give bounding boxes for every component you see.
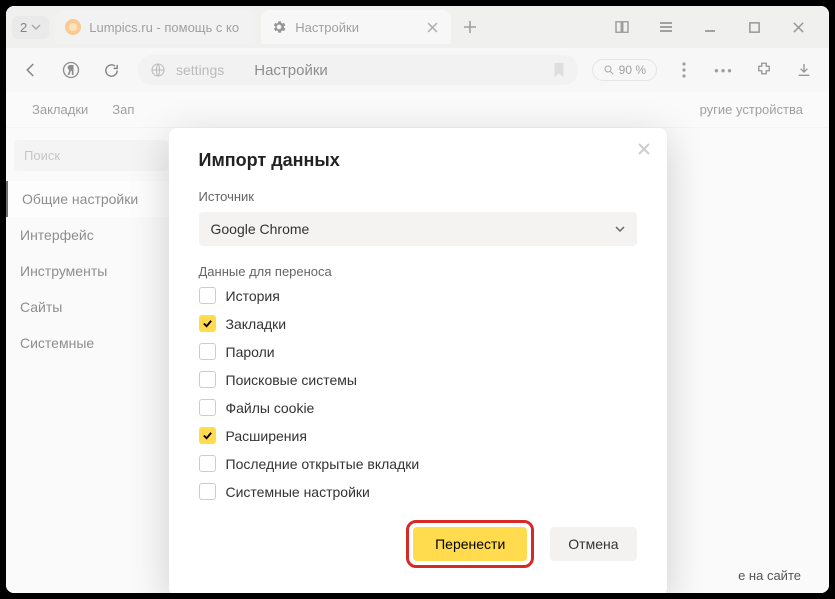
chevron-down-icon [615, 224, 625, 234]
checkbox-label: Последние открытые вкладки [226, 456, 420, 472]
import-data-modal: Импорт данных Источник Google Chrome Дан… [169, 128, 667, 593]
checkbox-row-system-settings[interactable]: Системные настройки [199, 483, 637, 500]
checkbox[interactable] [199, 287, 216, 304]
import-button[interactable]: Перенести [413, 527, 527, 561]
checkbox-label: Пароли [226, 344, 275, 360]
checkbox[interactable] [199, 483, 216, 500]
checkbox[interactable] [199, 371, 216, 388]
checkbox[interactable] [199, 399, 216, 416]
source-label: Источник [199, 189, 637, 204]
checkbox-row-search-engines[interactable]: Поисковые системы [199, 371, 637, 388]
modal-actions: Перенести Отмена [199, 520, 637, 568]
checkbox[interactable] [199, 343, 216, 360]
checkbox-label: Расширения [226, 428, 307, 444]
background-text-peek: е на сайте [738, 568, 801, 583]
checkbox-label: Системные настройки [226, 484, 370, 500]
import-options-list: История Закладки Пароли Поисковые систем… [199, 287, 637, 500]
checkbox-label: Закладки [226, 316, 287, 332]
checkbox-label: Файлы cookie [226, 400, 315, 416]
data-label: Данные для переноса [199, 264, 637, 279]
modal-close-button[interactable] [637, 142, 651, 156]
checkbox-row-history[interactable]: История [199, 287, 637, 304]
browser-window: 2 Lumpics.ru - помощь с ко Настройки [6, 6, 829, 593]
modal-title: Импорт данных [199, 150, 637, 171]
checkbox-label: История [226, 288, 280, 304]
checkbox-row-cookies[interactable]: Файлы cookie [199, 399, 637, 416]
checkbox-label: Поисковые системы [226, 372, 357, 388]
modal-overlay: е на сайте Импорт данных Источник Google… [6, 6, 829, 593]
primary-button-highlight: Перенести [406, 520, 534, 568]
checkbox-row-bookmarks[interactable]: Закладки [199, 315, 637, 332]
source-value: Google Chrome [211, 221, 310, 237]
checkbox[interactable] [199, 455, 216, 472]
checkbox-row-recent-tabs[interactable]: Последние открытые вкладки [199, 455, 637, 472]
checkbox[interactable] [199, 427, 216, 444]
checkbox-row-extensions[interactable]: Расширения [199, 427, 637, 444]
checkbox[interactable] [199, 315, 216, 332]
cancel-button[interactable]: Отмена [550, 527, 636, 561]
checkbox-row-passwords[interactable]: Пароли [199, 343, 637, 360]
source-select[interactable]: Google Chrome [199, 212, 637, 246]
